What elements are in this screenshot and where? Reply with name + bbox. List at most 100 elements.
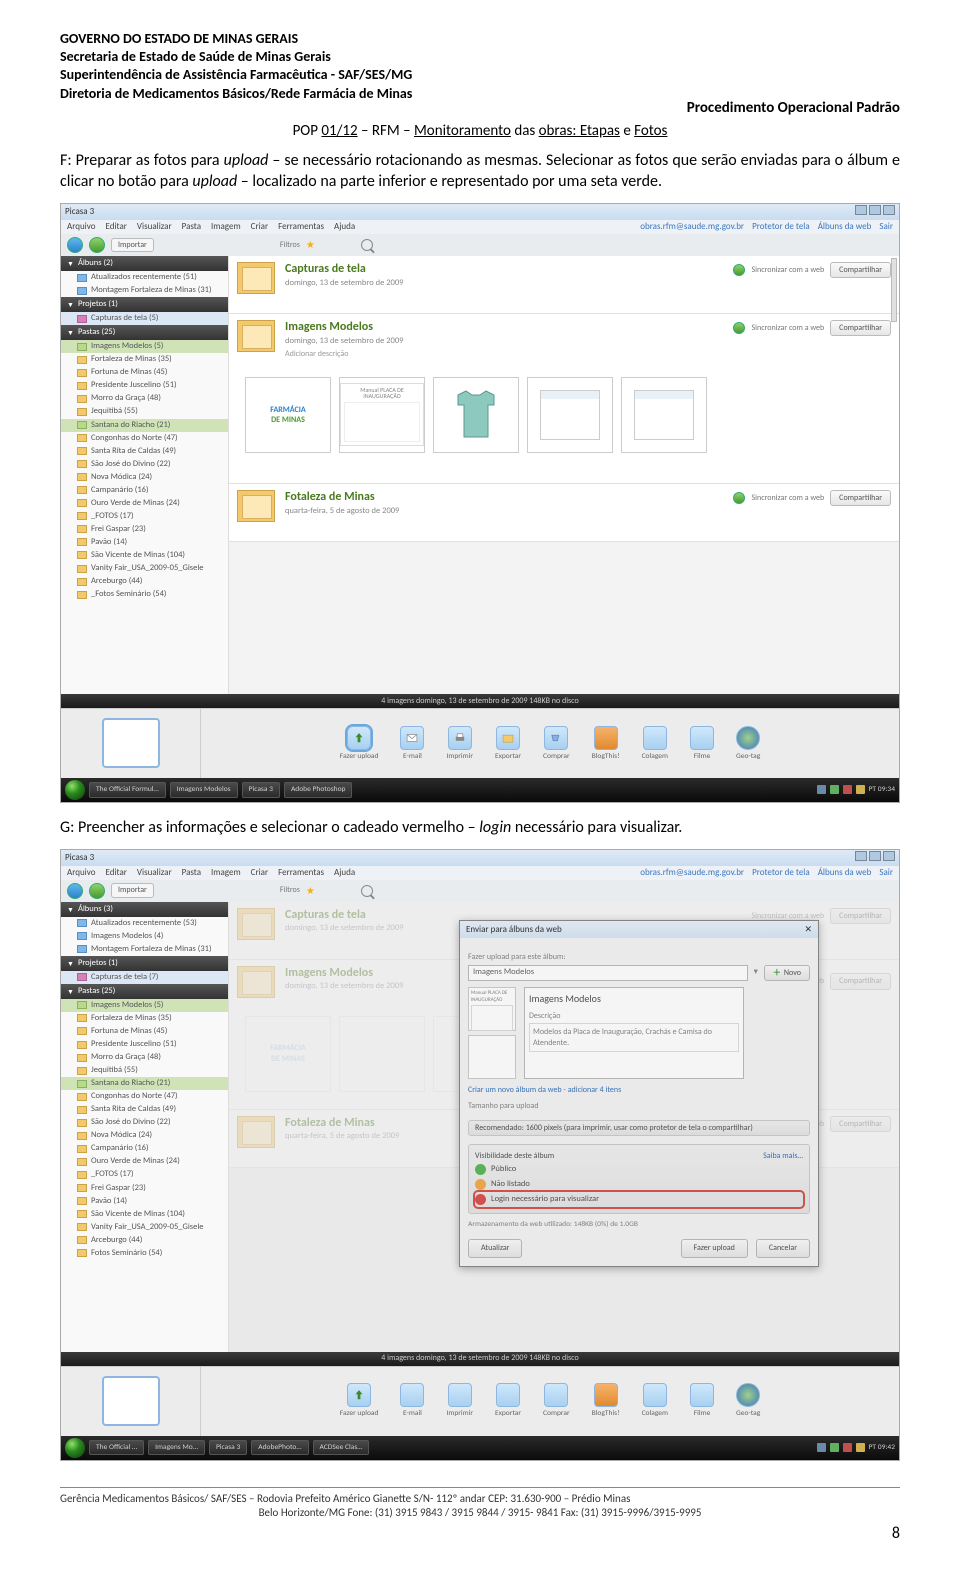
windows-taskbar[interactable]: The Official … Imagens Mo… Picasa 3 Adob… [61,1436,899,1460]
taskbar-item[interactable]: The Official … [89,1440,144,1456]
import-button[interactable]: Importar [111,238,154,252]
thumb-cracha[interactable] [527,377,613,453]
print-button[interactable]: Imprimir [446,726,472,762]
back-button[interactable] [67,237,83,253]
chevron-down-icon[interactable]: ▼ [67,959,74,968]
menu-ajuda[interactable]: Ajuda [334,221,355,233]
menu-visualizar[interactable]: Visualizar [137,221,172,233]
share-button[interactable]: Compartilhar [830,490,891,506]
export-button[interactable]: Exportar [495,1383,521,1419]
album-title[interactable]: Capturas de tela [285,262,723,278]
refresh-button[interactable]: Atualizar [468,1239,522,1257]
taskbar-item[interactable]: Imagens Mo… [148,1440,205,1456]
taskbar-item[interactable]: The Official Formul… [89,782,166,798]
sync-label[interactable]: Sincronizar com a web [751,323,824,333]
taskbar-item[interactable]: AdobePhoto… [251,1440,308,1456]
visibility-public[interactable]: Público [475,1162,803,1177]
maximize-icon[interactable] [869,205,881,215]
tray-icon[interactable] [830,1443,839,1452]
link-sair[interactable]: Sair [879,221,893,233]
chevron-down-icon[interactable]: ▼ [67,905,74,914]
blog-button[interactable]: BlogThis! [592,1383,620,1419]
sync-label[interactable]: Sincronizar com a web [751,265,824,275]
sidebar[interactable]: ▼Álbuns (2) Atualizados recentemente (51… [61,256,229,694]
search-icon[interactable] [361,885,373,897]
tray-icon[interactable] [817,1443,826,1452]
tray-icon[interactable] [817,785,826,794]
menu-editar[interactable]: Editar [105,221,126,233]
star-filter-icon[interactable]: ★ [306,884,315,897]
import-button[interactable]: Importar [111,883,154,897]
taskbar-item[interactable]: ACDSee Clas… [313,1440,370,1456]
menu-imagem[interactable]: Imagem [211,867,241,879]
new-album-button[interactable]: ＋Novo [764,965,810,981]
movie-button[interactable]: Filme [690,1383,714,1419]
start-button-icon[interactable] [65,1438,85,1458]
tray-icon[interactable] [856,785,865,794]
collage-button[interactable]: Colagem [642,726,668,762]
tray-icon[interactable] [856,1443,865,1452]
tray-icon[interactable] [843,785,852,794]
star-filter-icon[interactable]: ★ [306,238,315,251]
chevron-down-icon[interactable]: ▼ [67,987,74,996]
collapse-handle[interactable] [891,258,897,322]
play-icon[interactable] [733,264,745,276]
back-button[interactable] [67,883,83,899]
upload-dialog[interactable]: Enviar para álbuns da web ✕ Fazer upload… [459,920,819,1267]
album-title[interactable]: Imagens Modelos [285,320,723,336]
chevron-down-icon[interactable]: ▼ [67,259,74,268]
minimize-icon[interactable] [855,851,867,861]
sync-label[interactable]: Sincronizar com a web [751,493,824,503]
close-icon[interactable]: ✕ [804,924,812,936]
window-titlebar[interactable]: Picasa 3 [61,204,899,220]
maximize-icon[interactable] [869,851,881,861]
chevron-down-icon[interactable]: ▼ [67,328,74,337]
chevron-down-icon[interactable]: ▼ [67,300,74,309]
taskbar-item[interactable]: Picasa 3 [242,782,280,798]
window-controls[interactable] [853,851,895,865]
email-button[interactable]: E-mail [400,726,424,762]
shop-button[interactable]: Comprar [543,1383,570,1419]
system-tray[interactable]: PT 09:34 [817,785,895,795]
window-titlebar[interactable]: Picasa 3 [61,850,899,866]
geotag-button[interactable]: Geo-tag [736,726,760,762]
thumb-logo[interactable]: FARMÁCIADE MINAS [245,377,331,453]
menu-ferramentas[interactable]: Ferramentas [278,221,324,233]
thumb-cracha[interactable] [621,377,707,453]
tray-slot[interactable] [102,1376,160,1426]
menu-pasta[interactable]: Pasta [182,221,201,233]
user-email[interactable]: obras.rfm@saude.mg.gov.br [640,221,744,233]
system-tray[interactable]: PT 09:42 [817,1443,895,1453]
size-select[interactable]: Recomendado: 1600 pixels (para imprimir,… [468,1120,810,1136]
folder-open-icon[interactable] [237,262,275,294]
cancel-button[interactable]: Cancelar [756,1239,810,1257]
menu-pasta[interactable]: Pasta [182,867,201,879]
album-select[interactable]: Imagens Modelos [468,965,748,981]
print-button[interactable]: Imprimir [446,1383,472,1419]
learn-more-link[interactable]: Saiba mais… [763,1151,803,1161]
link-protetor[interactable]: Protetor de tela [752,221,810,233]
window-controls[interactable] [853,205,895,219]
menu-ferramentas[interactable]: Ferramentas [278,867,324,879]
menu-arquivo[interactable]: Arquivo [67,867,95,879]
minimize-icon[interactable] [855,205,867,215]
visibility-login[interactable]: Login necessário para visualizar [475,1192,803,1207]
taskbar-item[interactable]: Picasa 3 [209,1440,247,1456]
close-icon[interactable] [883,205,895,215]
play-icon[interactable] [733,322,745,334]
link-albuns[interactable]: Álbuns da web [818,867,872,879]
blog-button[interactable]: BlogThis! [592,726,620,762]
thumb-placa[interactable]: Manual PLACA DE INAUGURAÇÃO [339,377,425,453]
upload-confirm-button[interactable]: Fazer upload [681,1239,748,1257]
album-description[interactable]: Modelos da Placa de Inauguração, Crachás… [529,1023,739,1052]
link-protetor[interactable]: Protetor de tela [752,867,810,879]
search-icon[interactable] [361,239,373,251]
export-button[interactable]: Exportar [495,726,521,762]
menu-imagem[interactable]: Imagem [211,221,241,233]
menu-criar[interactable]: Criar [251,221,268,233]
movie-button[interactable]: Filme [690,726,714,762]
menu-editar[interactable]: Editar [105,867,126,879]
tray-icon[interactable] [843,1443,852,1452]
sidebar[interactable]: ▼Álbuns (3) Atualizados recentemente (53… [61,902,229,1352]
menu-criar[interactable]: Criar [251,867,268,879]
